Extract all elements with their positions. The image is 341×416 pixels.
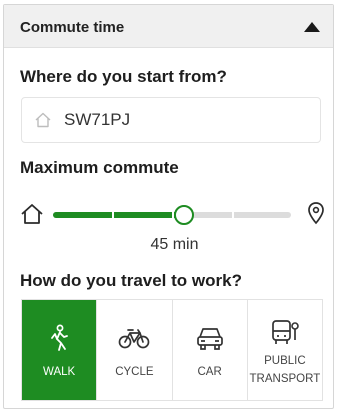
slider-fill: [53, 212, 184, 218]
slider-thumb[interactable]: [174, 205, 194, 225]
travel-mode-public-transport[interactable]: PUBLIC TRANSPORT: [246, 300, 322, 400]
slider-tick: [232, 212, 234, 218]
travel-mode-car[interactable]: CAR: [171, 300, 247, 400]
max-commute-label: Maximum commute: [20, 158, 179, 177]
travel-mode-walk[interactable]: WALK: [22, 300, 97, 400]
slider-tick: [112, 212, 114, 218]
start-location-label: Where do you start from?: [20, 67, 227, 86]
walk-icon: [48, 324, 70, 352]
caret-up-icon: [304, 22, 320, 32]
bus-icon: [270, 318, 300, 346]
location-pin-icon: [306, 201, 326, 227]
travel-mode-group: WALK CYCLE CAR PUBLIC TRANSPORT: [21, 299, 323, 401]
travel-mode-label: PUBLIC TRANSPORT: [250, 352, 321, 388]
travel-mode-label-line: PUBLIC: [264, 355, 306, 367]
travel-mode-label: How do you travel to work?: [20, 271, 242, 290]
travel-mode-cycle[interactable]: CYCLE: [96, 300, 172, 400]
slider-track[interactable]: [53, 212, 291, 218]
start-location-input[interactable]: [62, 109, 306, 131]
travel-mode-label: WALK: [43, 366, 76, 378]
home-icon: [20, 201, 44, 227]
commute-time-panel: Commute time Where do you start from? Ma…: [3, 4, 334, 409]
commute-slider: [20, 201, 326, 229]
home-icon: [34, 110, 54, 130]
travel-mode-label: CAR: [197, 366, 222, 378]
commute-value: 45 min: [150, 236, 199, 253]
start-location-field[interactable]: [21, 97, 321, 143]
travel-mode-label-line: TRANSPORT: [249, 373, 321, 385]
panel-title: Commute time: [20, 19, 125, 36]
collapse-button[interactable]: [301, 17, 323, 37]
travel-mode-label: CYCLE: [115, 366, 154, 378]
panel-header[interactable]: Commute time: [4, 5, 333, 48]
car-icon: [195, 324, 225, 352]
bicycle-icon: [118, 324, 150, 352]
